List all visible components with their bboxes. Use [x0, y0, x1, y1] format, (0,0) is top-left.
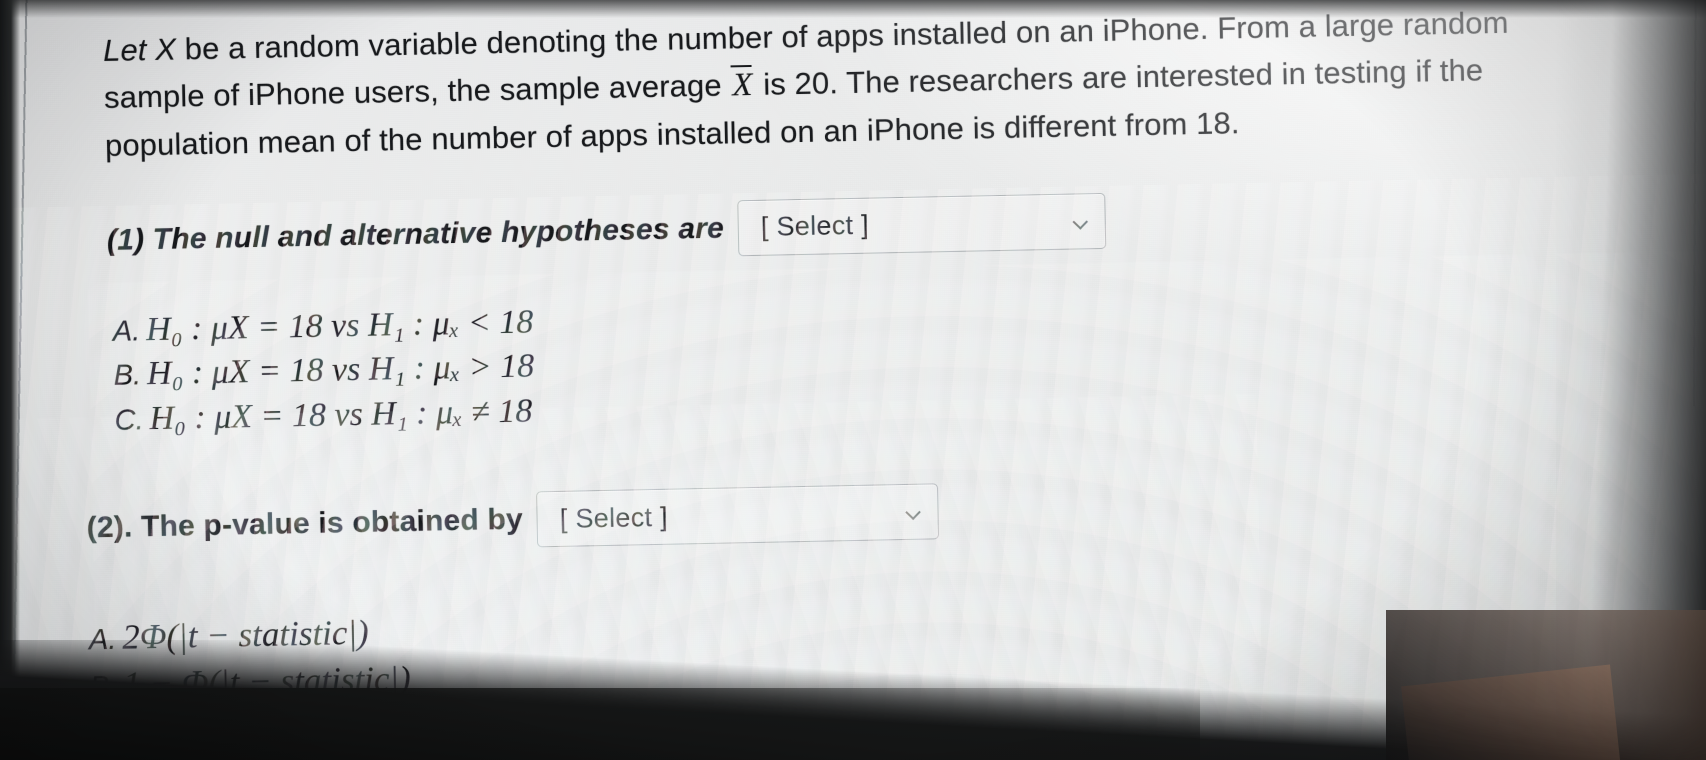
photographed-screen-surface: Let X be a random variable denoting the … — [0, 0, 1706, 760]
part1-option-b-letter: B. — [113, 359, 142, 392]
part2-options-list: A. 2Φ(|t − statistic|) B. 1 − Φ(|t − stati… — [88, 582, 1706, 756]
part1-select-dropdown[interactable]: [ Select ] — [737, 192, 1107, 256]
chevron-down-icon — [1075, 216, 1089, 226]
part1-option-a-text: H₀ : μX = 18 vs H₁ : μₓ < 18 — [145, 302, 534, 348]
part2-option-a-letter: A. — [88, 624, 117, 657]
part1-row: (1) The null and alternative hypotheses … — [106, 180, 1706, 268]
part1-options-list: A. H₀ : μX = 18 vs H₁ : μₓ < 18 B. H₀ : μX… — [112, 276, 1706, 442]
part1-option-a-letter: A. — [112, 314, 141, 348]
part2-select-dropdown[interactable]: [ Select ] — [536, 483, 940, 548]
part1-option-c-text: H₀ : μX = 18 vs H₁ : μₓ ≠ 18 — [149, 392, 533, 437]
part1-label: (1) The null and alternative hypotheses … — [106, 211, 725, 257]
part2-option-c-text: Φ(|t − statistic|) — [125, 707, 356, 752]
chevron-down-icon — [908, 507, 922, 517]
part2-option-b-letter: B. — [89, 671, 118, 704]
x-bar-symbol: X — [731, 66, 753, 104]
page-left-border — [8, 0, 30, 760]
part2-option-a-text: 2Φ(|t − statistic|) — [121, 612, 370, 657]
question-stem-part1: Let X — [102, 31, 177, 68]
part1-option-b-text: H₀ : μX = 18 vs H₁ : μₓ > 18 — [146, 347, 535, 393]
part2-label: (2). The p-value is obtained by — [86, 502, 524, 545]
screenshot-root: Let X be a random variable denoting the … — [0, 0, 1706, 760]
quiz-question-body: Let X be a random variable denoting the … — [86, 0, 1706, 756]
part2-row: (2). The p-value is obtained by [ Select… — [86, 468, 1706, 557]
part2-select-value: [ Select ] — [559, 501, 669, 534]
part1-select-value: [ Select ] — [760, 209, 870, 242]
part2-option-c-letter: C. — [90, 718, 121, 752]
part1-option-c-letter: C. — [114, 403, 144, 437]
question-stem: Let X be a random variable denoting the … — [103, 0, 1586, 169]
part2-option-b-text: 1 − Φ(|t − statistic|) — [122, 659, 412, 705]
